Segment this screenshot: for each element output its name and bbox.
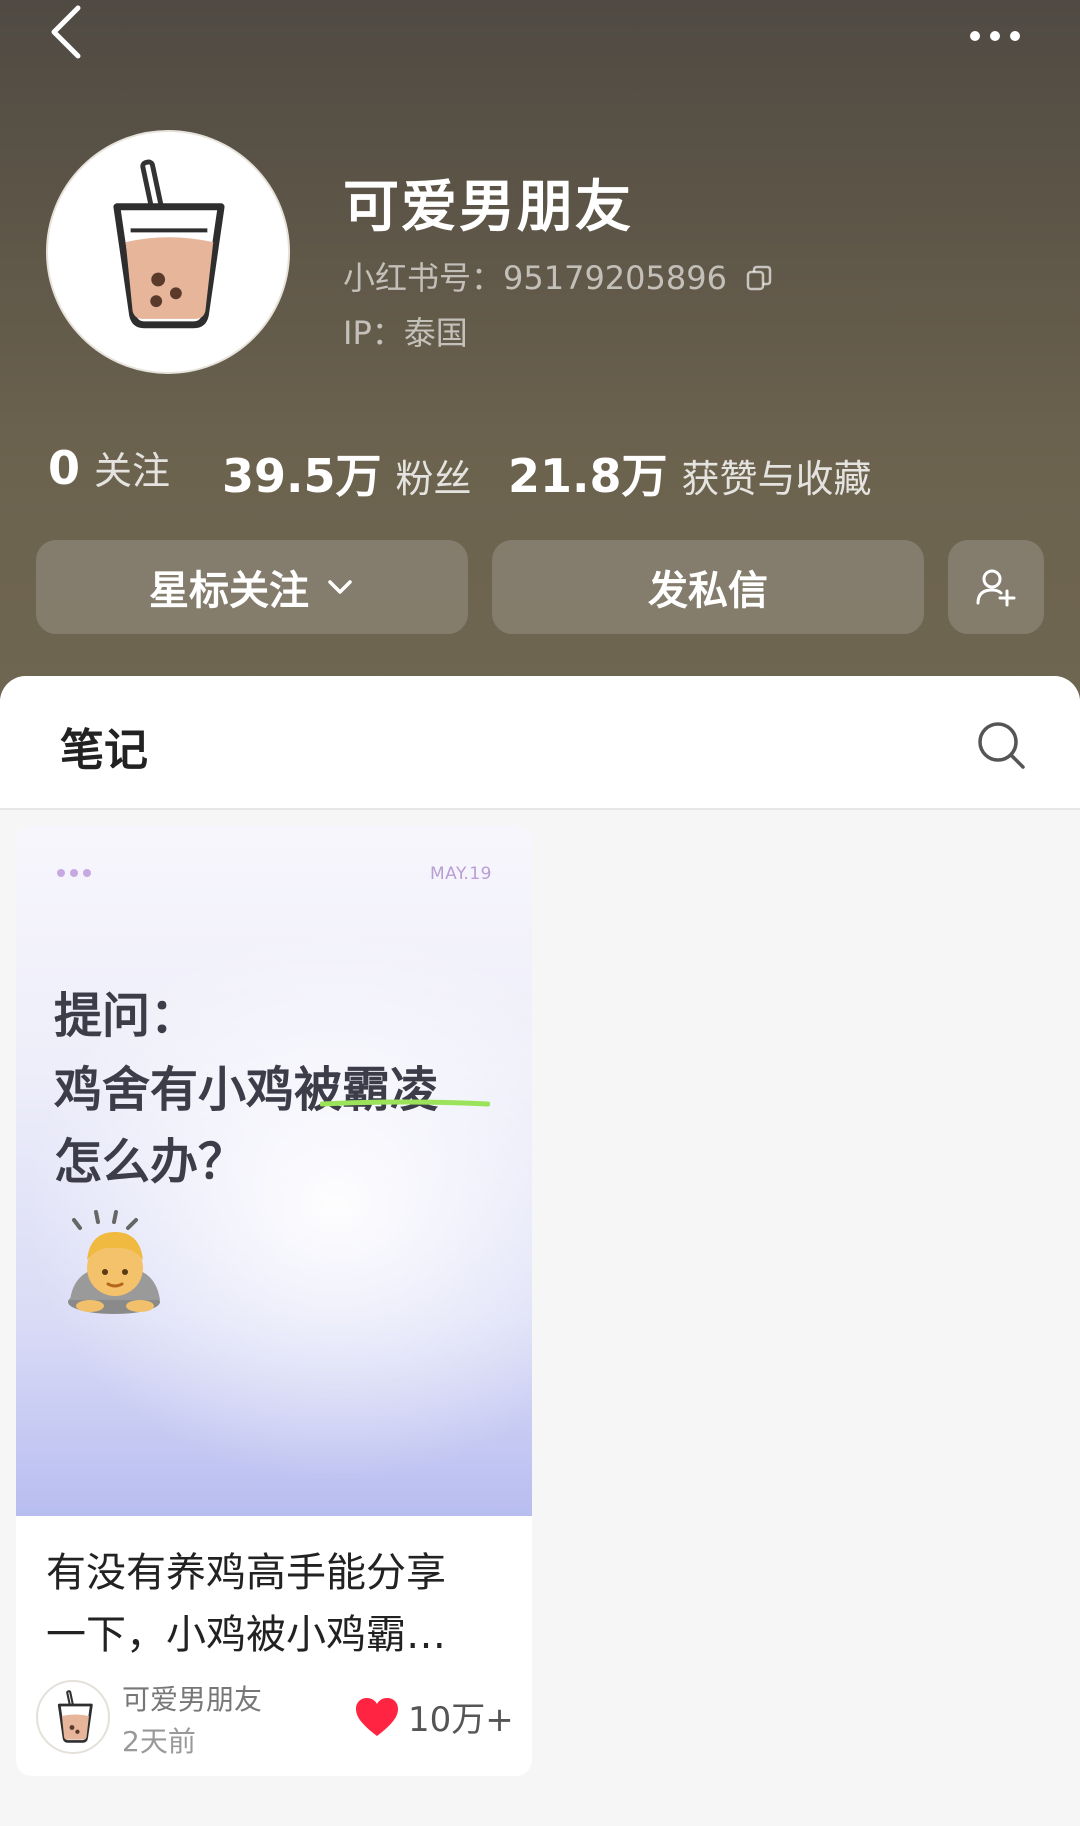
- tab-bar: 笔记: [0, 676, 1080, 810]
- note-cover: MAY.19 提问： 鸡舍有小鸡被霸凌 怎么办？: [16, 826, 532, 1516]
- cover-title-line2: 鸡舍有小鸡被霸凌: [54, 1062, 439, 1118]
- nickname: 可爱男朋友: [343, 175, 633, 240]
- note-title-line1: 有没有养鸡高手能分享: [46, 1550, 446, 1596]
- likes-collects-count: 21.8万: [508, 449, 668, 503]
- followers-label: 粉丝: [395, 457, 472, 501]
- add-user-icon: [976, 569, 1016, 607]
- likes-collects-label: 获赞与收藏: [681, 457, 872, 501]
- avatar[interactable]: [46, 130, 290, 374]
- following-label: 关注: [94, 449, 171, 493]
- note-card[interactable]: MAY.19 提问： 鸡舍有小鸡被霸凌 怎么办？ 有没有养鸡高手能分享 一下，小…: [16, 826, 532, 1776]
- redbook-id: 小红书号：95179205896: [343, 253, 773, 299]
- like-count: 10万+: [408, 1700, 514, 1740]
- star-follow-label: 星标关注: [149, 568, 309, 614]
- author-name[interactable]: 可爱男朋友: [122, 1678, 262, 1718]
- profile-header: 可爱男朋友 小红书号：95179205896 IP：泰国 0 关注 39.5万 …: [0, 0, 1080, 720]
- followers-count: 39.5万: [222, 449, 382, 503]
- star-follow-button[interactable]: 星标关注: [36, 540, 468, 634]
- post-time: 2天前: [122, 1725, 196, 1758]
- stat-following[interactable]: 0 关注: [48, 440, 170, 495]
- search-icon[interactable]: [974, 718, 1028, 772]
- like-button[interactable]: 10万+: [354, 1692, 514, 1741]
- note-title: 有没有养鸡高手能分享 一下，小鸡被小鸡霸…: [46, 1542, 506, 1666]
- ip-location: IP：泰国: [343, 314, 468, 352]
- bowing-person-icon: [68, 1210, 160, 1314]
- cover-date: MAY.19: [430, 864, 492, 884]
- message-button[interactable]: 发私信: [492, 540, 924, 634]
- redbook-id-text: 小红书号：95179205896: [343, 259, 727, 297]
- note-title-line2: 一下，小鸡被小鸡霸…: [46, 1612, 446, 1658]
- back-icon[interactable]: [44, 0, 90, 66]
- author-avatar[interactable]: [36, 1680, 110, 1754]
- heart-icon: [356, 1697, 398, 1736]
- add-friend-button[interactable]: [948, 540, 1044, 634]
- more-icon[interactable]: [960, 14, 1030, 58]
- highlight-underline: [320, 1099, 490, 1107]
- dots-decoration: [57, 869, 91, 877]
- copy-icon[interactable]: [745, 262, 773, 291]
- stat-followers[interactable]: 39.5万 粉丝: [222, 440, 472, 506]
- stat-likes-collects[interactable]: 21.8万 获赞与收藏: [508, 440, 872, 506]
- following-count: 0: [48, 441, 81, 495]
- chevron-down-icon: [328, 580, 352, 594]
- cover-title-line3: 怎么办？: [54, 1134, 247, 1190]
- content-panel: 笔记 MAY.19 提问： 鸡舍有小鸡被霸凌 怎么办？ 有没有养鸡高手能分享 一…: [0, 676, 1080, 1826]
- cover-title-line1: 提问：: [54, 988, 199, 1044]
- message-label: 发私信: [648, 568, 768, 614]
- tab-notes[interactable]: 笔记: [60, 714, 148, 778]
